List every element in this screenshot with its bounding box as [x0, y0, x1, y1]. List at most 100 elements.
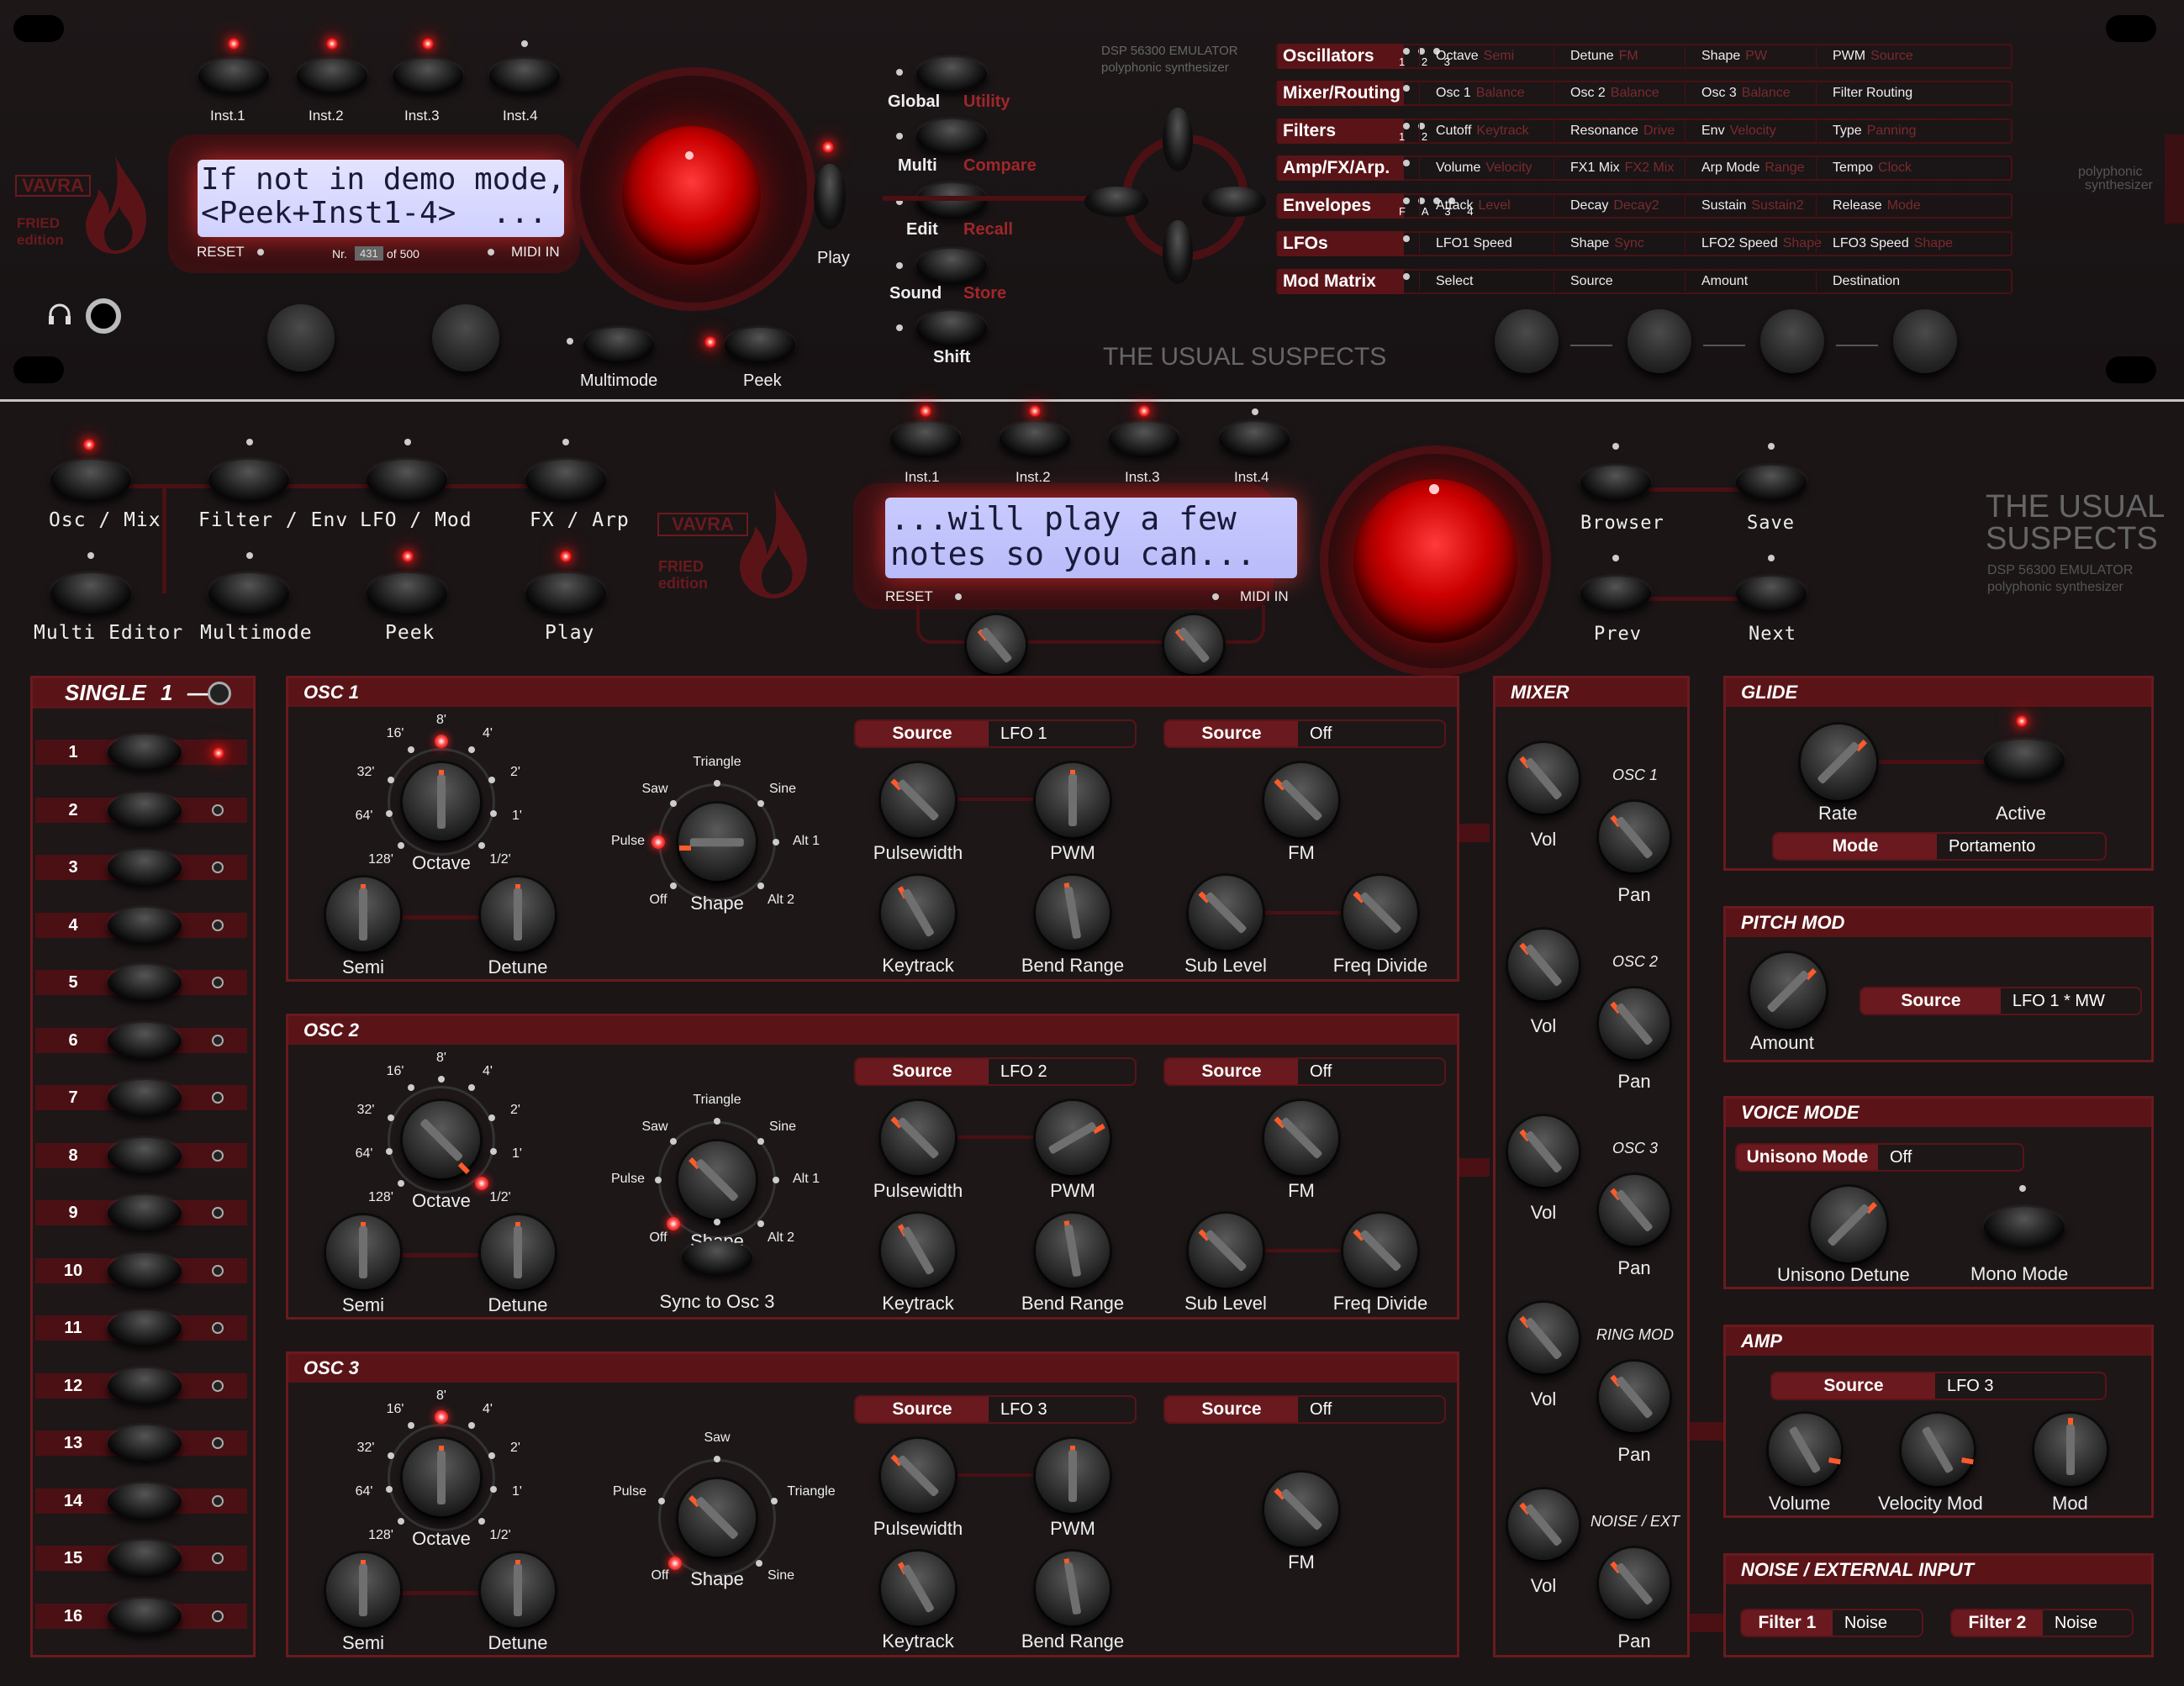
prev-button[interactable] [1580, 577, 1651, 610]
osc1-bend-knob[interactable] [1036, 876, 1110, 950]
slot-button-8[interactable] [108, 1137, 182, 1173]
osc2-octave-knob[interactable] [403, 1101, 480, 1178]
peek-button[interactable] [725, 328, 795, 361]
osc2-shape-step[interactable] [757, 1138, 764, 1145]
osc2-freq-divide-knob[interactable] [1343, 1214, 1417, 1288]
headphone-jack[interactable] [86, 298, 121, 334]
slot-button-4[interactable] [108, 907, 182, 943]
osc3-shape-step[interactable] [714, 1456, 720, 1462]
osc2-shape-step[interactable] [757, 1220, 764, 1227]
osc1-shape-step[interactable] [757, 800, 764, 807]
osc3-keytrack-knob[interactable] [881, 1552, 955, 1625]
menu-item[interactable]: Source [1570, 274, 1618, 289]
slot-button-9[interactable] [108, 1195, 182, 1230]
glide-active-button[interactable] [1984, 740, 2065, 780]
menu-knob-3[interactable] [1760, 309, 1824, 373]
osc1-octave-step[interactable] [490, 810, 497, 817]
slot-button-15[interactable] [108, 1541, 182, 1576]
osc2-octave-step[interactable] [386, 1148, 393, 1155]
osc2-octave-step[interactable] [468, 1084, 475, 1091]
glide-rate-knob[interactable] [1801, 724, 1876, 800]
menu-item[interactable]: Cutoff Keytrack [1436, 124, 1529, 139]
osc1-octave-step[interactable] [398, 842, 404, 849]
menu-item[interactable]: Destination [1833, 274, 1905, 289]
osc1-pwm-knob[interactable] [1036, 763, 1110, 837]
menu-item[interactable]: Octave Semi [1436, 49, 1514, 64]
sync-to-osc3-button[interactable] [682, 1241, 752, 1274]
inst2b-button[interactable] [1000, 422, 1070, 456]
osc3-pwm-knob[interactable] [1036, 1439, 1110, 1513]
slot-button-5[interactable] [108, 965, 182, 1000]
inst4b-button[interactable] [1219, 422, 1290, 456]
osc1-octave-step[interactable] [435, 735, 448, 748]
osc1-sub-level-knob[interactable] [1189, 876, 1263, 950]
osc1-octave-step[interactable] [408, 746, 414, 753]
mixer-pan-knob-4[interactable] [1599, 1362, 1670, 1432]
osc3-octave-step[interactable] [408, 1422, 414, 1429]
inst3-button[interactable] [393, 59, 463, 92]
amp-source-select[interactable]: Source LFO 3 [1770, 1372, 2107, 1400]
osc3-semi-knob[interactable] [326, 1553, 400, 1627]
glide-mode-select[interactable]: Mode Portamento [1772, 832, 2107, 861]
osc1-fm-source-select[interactable]: Source Off [1163, 719, 1446, 748]
menu-item[interactable]: Select [1436, 274, 1478, 289]
osc3-octave-step[interactable] [388, 1452, 394, 1459]
menu-item[interactable]: Type Panning [1833, 124, 1916, 139]
amp-mod-knob[interactable] [2034, 1414, 2107, 1486]
menu-item[interactable]: Sustain Sustain2 [1701, 198, 1804, 213]
amp-volume-knob[interactable] [1769, 1414, 1841, 1486]
slot-button-10[interactable] [108, 1252, 182, 1288]
menu-item[interactable]: Volume Velocity [1436, 161, 1532, 176]
menu-item[interactable]: PWM Source [1833, 49, 1913, 64]
mixer-pan-knob-3[interactable] [1599, 1175, 1670, 1246]
lcd2-right-knob[interactable] [1164, 615, 1223, 674]
lcd-right-knob[interactable] [432, 304, 499, 371]
osc1-octave-step[interactable] [386, 810, 393, 817]
menu-item[interactable]: Shape PW [1701, 49, 1767, 64]
osc2-shape-step[interactable] [714, 1118, 720, 1125]
slot-button-7[interactable] [108, 1080, 182, 1115]
dpad-left-button[interactable] [1084, 187, 1148, 217]
osc2-keytrack-knob[interactable] [881, 1214, 955, 1288]
osc1-octave-step[interactable] [478, 842, 485, 849]
menu-item[interactable]: Decay Decay2 [1570, 198, 1659, 213]
dpad-down-button[interactable] [1163, 220, 1193, 284]
mono-mode-button[interactable] [1984, 1207, 2065, 1247]
slot-button-1[interactable] [108, 735, 182, 770]
osc3-octave-step[interactable] [435, 1410, 448, 1424]
main-value-knob[interactable] [622, 126, 761, 265]
menu-item[interactable]: Detune FM [1570, 49, 1638, 64]
menu-knob-4[interactable] [1893, 309, 1957, 373]
multimode2-button[interactable] [208, 573, 289, 614]
slot-button-6[interactable] [108, 1022, 182, 1058]
osc2-bend-knob[interactable] [1036, 1214, 1110, 1288]
osc2-octave-step[interactable] [438, 1076, 445, 1083]
mixer-pan-knob-2[interactable] [1599, 988, 1670, 1059]
menu-item[interactable]: Osc 2 Balance [1570, 86, 1659, 101]
osc1-pwm-source-select[interactable]: Source LFO 1 [854, 719, 1137, 748]
single-select-knob[interactable] [208, 682, 231, 705]
menu-item[interactable]: Osc 3 Balance [1701, 86, 1791, 101]
osc1-shape-step[interactable] [670, 883, 677, 889]
osc1-octave-step[interactable] [388, 777, 394, 783]
noise-filter2-select[interactable]: Filter 2 Noise [1950, 1609, 2134, 1637]
multimode-button[interactable] [583, 328, 654, 361]
dpad-right-button[interactable] [1202, 187, 1266, 217]
osc3-octave-step[interactable] [386, 1486, 393, 1493]
osc2-detune-knob[interactable] [481, 1215, 555, 1289]
slot-button-2[interactable] [108, 792, 182, 828]
menu-item[interactable]: Amount [1701, 274, 1753, 289]
mixer-vol-knob-1[interactable] [1508, 743, 1579, 814]
amp-velmod-knob[interactable] [1902, 1414, 1974, 1486]
osc3-shape-knob[interactable] [678, 1479, 756, 1557]
unisono-detune-knob[interactable] [1811, 1187, 1886, 1262]
lcd-left-knob[interactable] [267, 304, 335, 371]
menu-item[interactable]: Attack Level [1436, 198, 1511, 213]
osc2-octave-step[interactable] [488, 1114, 495, 1121]
osc2-octave-step[interactable] [388, 1114, 394, 1121]
slot-button-13[interactable] [108, 1425, 182, 1461]
osc3-octave-step[interactable] [490, 1486, 497, 1493]
play-button[interactable] [814, 164, 846, 229]
osc1-pulsewidth-knob[interactable] [881, 763, 955, 837]
filter-env-button[interactable] [208, 460, 289, 500]
